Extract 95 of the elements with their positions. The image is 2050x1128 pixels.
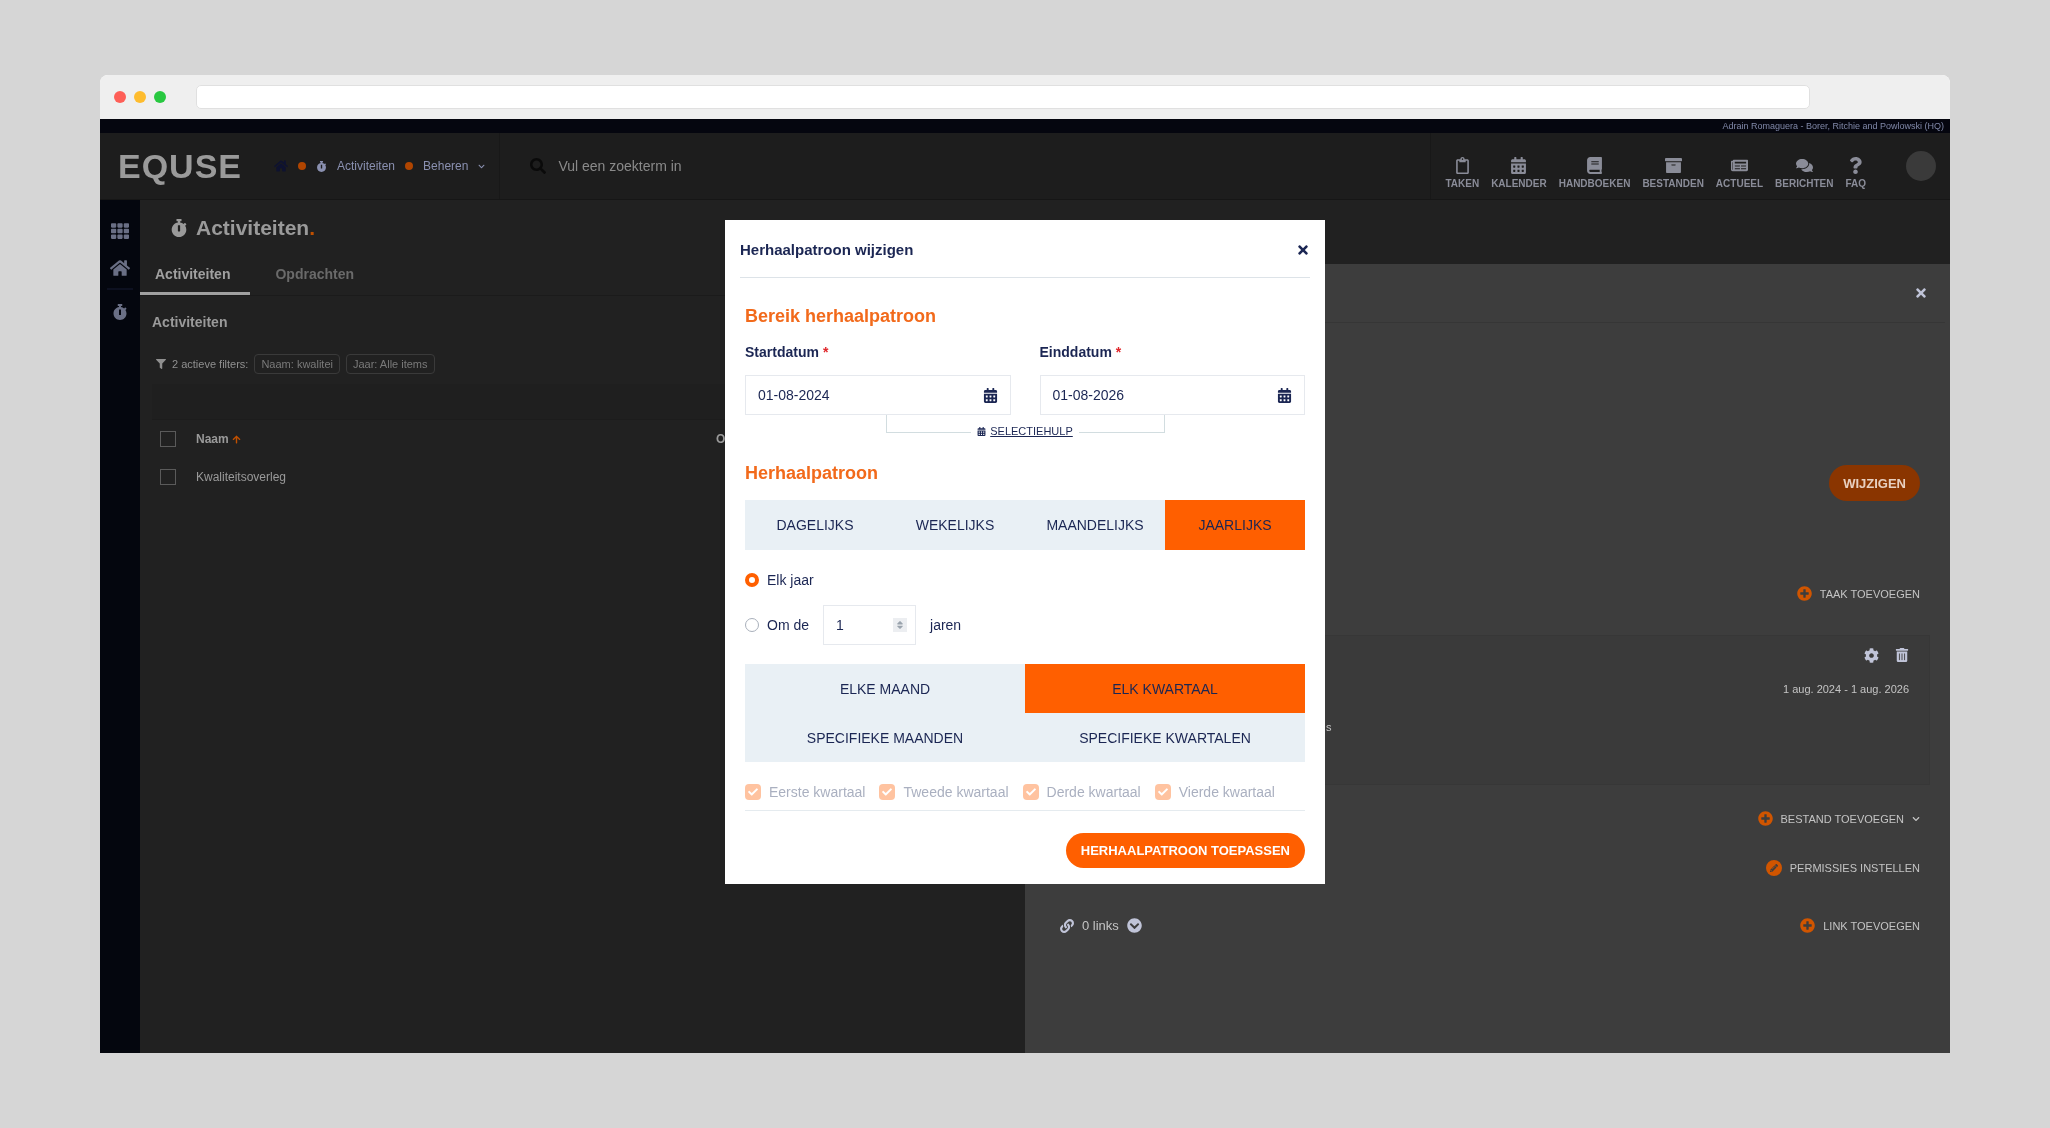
- scope-option[interactable]: SPECIFIEKE KWARTALEN: [1025, 713, 1305, 762]
- edit-button[interactable]: WIJZIGEN: [1829, 465, 1920, 501]
- checkbox-label: Derde kwartaal: [1046, 784, 1141, 800]
- check-icon: [748, 787, 758, 797]
- radio-button[interactable]: [745, 573, 759, 587]
- check-icon: [882, 787, 893, 797]
- option-label: Elk jaar: [767, 572, 814, 588]
- nav-item[interactable]: FAQ: [1845, 157, 1866, 189]
- date-range: 1 aug. 2024 - 1 aug. 2026: [1783, 683, 1909, 695]
- checkbox-label: Tweede kwartaal: [903, 784, 1009, 800]
- separator-dot-icon: [405, 162, 414, 170]
- grid-icon[interactable]: [111, 222, 129, 240]
- dialog-title: Herhaalpatroon wijzigen: [740, 241, 914, 258]
- tab[interactable]: Activiteiten: [140, 258, 251, 295]
- spinner-icon[interactable]: [893, 618, 907, 632]
- nav-item[interactable]: KALENDER: [1491, 157, 1547, 189]
- section-title: Activiteiten: [152, 314, 228, 330]
- clipboard-icon: [1453, 157, 1471, 174]
- close-window-button[interactable]: [114, 91, 126, 103]
- section-heading: Bereik herhaalpatroon: [745, 306, 938, 327]
- field-label: Startdatum *: [745, 344, 829, 360]
- add-link-link[interactable]: LINK TOEVOEGEN: [1800, 918, 1920, 933]
- pencil-icon: [1765, 860, 1782, 876]
- home-icon[interactable]: [110, 258, 130, 278]
- stopwatch-icon: [170, 219, 188, 237]
- book-icon: [1586, 157, 1604, 174]
- action-link[interactable]: PERMISSIES INSTELLEN: [1765, 860, 1920, 876]
- nav-item[interactable]: ACTUEEL: [1715, 157, 1764, 189]
- nav-item[interactable]: HANDBOEKEN: [1558, 157, 1631, 189]
- checkbox[interactable]: [160, 431, 176, 447]
- add-task-link[interactable]: TAAK TOEVOEGEN: [1796, 586, 1920, 601]
- chevron-down-icon[interactable]: [478, 162, 486, 170]
- user-label: Adrain Romaguera - Borer, Ritchie and Powlowski (HQ): [1722, 121, 1944, 131]
- breadcrumb-link[interactable]: Beheren: [423, 159, 469, 173]
- calendar-icon: [1510, 157, 1528, 174]
- scope-option[interactable]: SPECIFIEKE MAANDEN: [745, 713, 1025, 762]
- calendar-icon[interactable]: [982, 387, 998, 403]
- filter-chip[interactable]: Naam: kwalitei: [254, 354, 340, 374]
- apply-button[interactable]: HERHAALPATROON TOEPASSEN: [1065, 833, 1305, 868]
- filter-icon: [156, 359, 166, 369]
- column-header[interactable]: Naam: [196, 432, 716, 446]
- avatar[interactable]: [1906, 151, 1936, 181]
- archive-icon: [1664, 157, 1682, 174]
- link-icon: [1060, 918, 1074, 933]
- table-cell: Kwaliteitsoverleg: [196, 470, 287, 484]
- date-field[interactable]: 01-08-2024: [745, 375, 1011, 415]
- tab[interactable]: Opdrachten: [260, 258, 375, 295]
- action-label: PERMISSIES INSTELLEN: [1789, 862, 1920, 874]
- maximize-window-button[interactable]: [154, 91, 166, 103]
- pattern-tab[interactable]: MAANDELIJKS: [1025, 500, 1165, 550]
- calendar-icon: [977, 426, 987, 436]
- checkbox-label: Vierde kwartaal: [1178, 784, 1275, 800]
- pattern-tab[interactable]: DAGELIJKS: [745, 500, 885, 550]
- expand-icon[interactable]: [1126, 918, 1142, 933]
- checkbox-label: Eerste kwartaal: [769, 784, 866, 800]
- filter-label: 2 actieve filters:: [172, 358, 249, 370]
- minimize-window-button[interactable]: [134, 91, 146, 103]
- settings-icon[interactable]: [1864, 648, 1879, 663]
- nav-item[interactable]: BESTANDEN: [1642, 157, 1704, 189]
- stopwatch-icon[interactable]: [112, 304, 128, 320]
- logo: EQUSE: [118, 146, 244, 186]
- close-button[interactable]: [1296, 242, 1310, 257]
- action-link[interactable]: BESTAND TOEVOEGEN: [1757, 811, 1920, 826]
- section-heading: Herhaalpatroon: [745, 463, 880, 484]
- checkbox[interactable]: [160, 469, 176, 485]
- nav-item[interactable]: BERICHTEN: [1775, 157, 1834, 189]
- links-count: 0 links: [1082, 918, 1119, 933]
- check-icon: [1157, 787, 1168, 797]
- scope-option[interactable]: ELK KWARTAAL: [1025, 664, 1305, 713]
- close-icon: [1914, 286, 1928, 300]
- breadcrumb-link[interactable]: Activiteiten: [337, 159, 396, 173]
- scope-option[interactable]: ELKE MAAND: [745, 664, 1025, 713]
- date-field[interactable]: 01-08-2026: [1039, 375, 1305, 415]
- chevron-down-icon[interactable]: [1912, 814, 1920, 823]
- option-label: Om de: [767, 617, 809, 633]
- action-label: BESTAND TOEVOEGEN: [1780, 812, 1904, 825]
- trash-icon[interactable]: [1895, 648, 1909, 662]
- question-icon: [1847, 157, 1865, 174]
- pattern-tab[interactable]: WEKELIJKS: [885, 500, 1025, 550]
- unit-label: jaren: [930, 617, 962, 633]
- pattern-tab[interactable]: JAARLIJKS: [1165, 500, 1305, 550]
- page-title: Activiteiten.: [196, 216, 316, 240]
- stopwatch-icon: [316, 160, 327, 172]
- search-field[interactable]: Vul een zoekterm in: [556, 157, 857, 175]
- separator-dot-icon: [298, 162, 306, 170]
- nav-item[interactable]: TAKEN: [1445, 157, 1480, 189]
- newspaper-icon: [1730, 157, 1748, 174]
- field-label: Einddatum *: [1039, 344, 1122, 360]
- sort-arrow-icon: [231, 434, 241, 444]
- check-icon: [1025, 787, 1036, 797]
- text-fragment: s: [1326, 721, 1332, 733]
- chat-icon: [1795, 157, 1813, 174]
- close-icon: [1296, 242, 1310, 257]
- filter-chip[interactable]: Jaar: Alle items: [345, 354, 435, 374]
- calendar-icon[interactable]: [1277, 387, 1292, 403]
